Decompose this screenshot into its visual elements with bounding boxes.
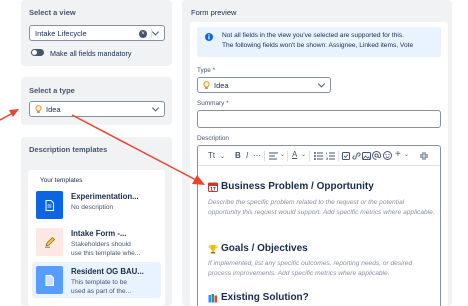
view-select[interactable]: Intake Lifecycle × xyxy=(29,25,165,41)
section-heading-goals: Goals / Objectives xyxy=(208,243,308,254)
your-templates-label: Your templates xyxy=(40,177,83,184)
summary-field-label: Summary * xyxy=(197,100,229,107)
emoji-icon[interactable] xyxy=(383,151,392,160)
select-type-panel: Select a type Idea xyxy=(21,77,172,125)
checkbox-icon[interactable] xyxy=(342,152,350,160)
chevron-down-icon[interactable] xyxy=(151,28,160,36)
calendar-emoji-icon: 17 xyxy=(208,182,218,192)
align-icon[interactable] xyxy=(269,152,278,160)
template-description: This template to be used as part of the.… xyxy=(71,279,131,296)
section-heading-text: Existing Solution? xyxy=(221,292,309,303)
description-editor[interactable] xyxy=(197,145,441,306)
chevron-down-icon[interactable] xyxy=(151,104,160,112)
section-heading-text: Goals / Objectives xyxy=(221,243,308,254)
type-select[interactable]: Idea xyxy=(29,101,165,117)
view-select-value: Intake Lifecycle xyxy=(35,28,87,38)
template-description: Stakeholders should use this template wh… xyxy=(71,241,140,258)
info-notice: Not all fields in the view you've select… xyxy=(197,27,441,57)
pencil-icon xyxy=(44,237,55,248)
notice-line-1: Not all fields in the view you've select… xyxy=(222,32,404,39)
italic-button[interactable]: I xyxy=(246,151,248,160)
svg-text:17: 17 xyxy=(210,186,216,191)
description-templates-title: Description templates xyxy=(29,145,108,154)
lightbulb-icon xyxy=(203,81,210,89)
link-icon[interactable] xyxy=(352,152,361,160)
document-icon xyxy=(45,199,54,211)
mention-icon[interactable] xyxy=(372,151,381,160)
template-thumb xyxy=(36,266,63,294)
bold-button[interactable]: B xyxy=(235,151,241,160)
type-field-label: Type * xyxy=(197,67,216,74)
template-description-line: used as part of the... xyxy=(71,287,132,295)
template-description: No description xyxy=(71,204,114,211)
toolbar-divider xyxy=(309,151,310,161)
section-heading-text: Business Problem / Opportunity xyxy=(221,181,374,192)
select-type-title: Select a type xyxy=(29,86,75,95)
select-view-title: Select a view xyxy=(29,8,76,17)
chevron-down-icon[interactable] xyxy=(317,80,326,88)
template-thumb xyxy=(36,191,63,219)
more-formatting-icon[interactable]: ⋯ xyxy=(253,151,261,160)
bullet-list-icon[interactable] xyxy=(314,152,323,160)
text-style-button[interactable]: Tt xyxy=(208,151,215,160)
clear-icon[interactable]: × xyxy=(139,29,147,38)
form-preview-title: Form preview xyxy=(191,8,237,17)
section-placeholder-text: Describe the specific problem related to… xyxy=(208,199,435,216)
template-title: Experimentation... xyxy=(71,192,139,201)
chevron-down-icon[interactable]: ⌄ xyxy=(404,151,409,158)
select-view-panel: Select a view Intake Lifecycle × Make al… xyxy=(21,0,172,66)
template-card-experimentation[interactable]: Experimentation... No description xyxy=(32,187,161,223)
toolbar-divider xyxy=(287,151,288,161)
template-card-intake-form[interactable]: Intake Form -... Stakeholders should use… xyxy=(32,224,161,260)
books-emoji-icon xyxy=(208,293,217,302)
toolbar-divider xyxy=(264,151,265,161)
chevron-down-icon[interactable]: ⌄ xyxy=(301,151,306,158)
template-description-line: use this template whe... xyxy=(71,249,141,257)
mandatory-toggle[interactable] xyxy=(31,49,44,56)
section-heading-business-problem: 17 Business Problem / Opportunity xyxy=(208,181,374,192)
editor-toolbar: Tt ⌄ B I ⋯ ⌄ A ⌄ + ⌄ xyxy=(198,146,440,166)
template-title: Intake Form -... xyxy=(71,229,127,238)
mandatory-label: Make all fields mandatory xyxy=(50,49,132,58)
template-thumb xyxy=(36,228,63,256)
section-placeholder-text: If implemented, list any specific outcom… xyxy=(208,260,413,277)
trophy-emoji-icon xyxy=(208,244,218,253)
summary-input[interactable] xyxy=(197,110,441,128)
description-field-label: Description xyxy=(197,135,229,142)
arrow-head xyxy=(9,109,19,117)
type-select-value: Idea xyxy=(46,104,61,114)
insert-more-button[interactable]: + xyxy=(395,149,401,160)
lightbulb-icon xyxy=(35,105,42,113)
font-color-button[interactable]: A xyxy=(292,150,297,159)
collapse-icon[interactable] xyxy=(420,152,428,160)
template-description-line: This template to be xyxy=(71,279,128,286)
template-card-resident-og-bau[interactable]: Resident OG BAU... This template to be u… xyxy=(32,262,161,298)
preview-type-select[interactable]: Idea xyxy=(197,77,331,93)
arrow-to-type-select xyxy=(0,112,14,121)
section-heading-existing-solution: Existing Solution? xyxy=(208,292,309,303)
notice-line-2: The following fields won't be shown: Ass… xyxy=(222,42,414,49)
info-icon xyxy=(205,33,213,41)
preview-type-value: Idea xyxy=(214,80,229,90)
toolbar-divider xyxy=(338,151,339,161)
template-title: Resident OG BAU... xyxy=(71,267,144,276)
chevron-down-icon[interactable]: ⌄ xyxy=(220,153,225,160)
template-description-line: Stakeholders should xyxy=(71,241,131,248)
image-icon[interactable] xyxy=(362,152,371,160)
numbered-list-icon[interactable] xyxy=(326,152,335,160)
document-icon xyxy=(45,274,54,286)
chevron-down-icon[interactable]: ⌄ xyxy=(280,151,285,158)
